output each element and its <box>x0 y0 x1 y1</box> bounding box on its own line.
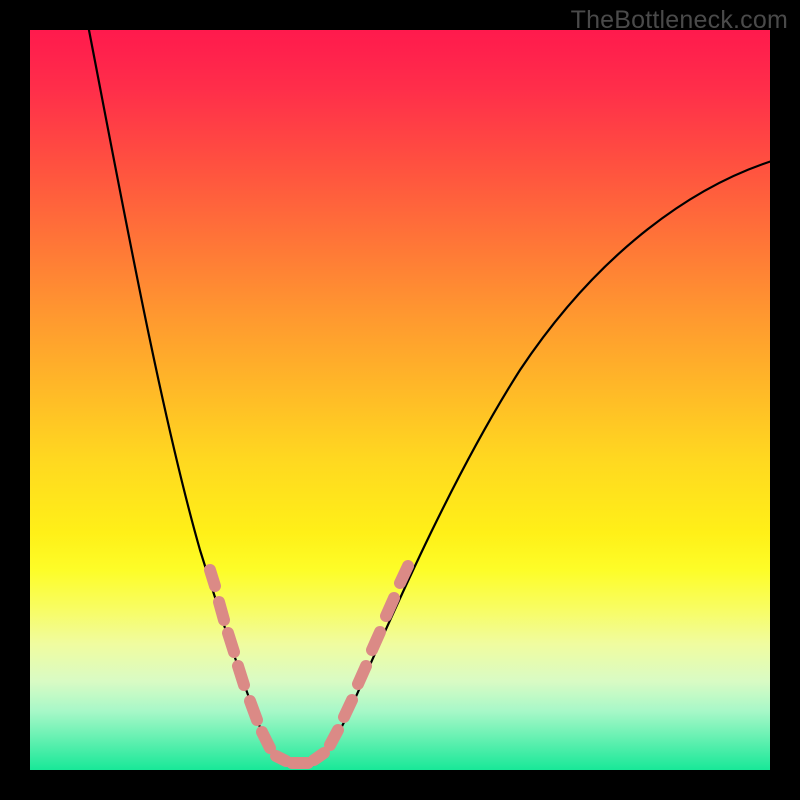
marker-group <box>210 566 408 763</box>
chart-container: TheBottleneck.com <box>0 0 800 800</box>
left-curve <box>88 25 288 765</box>
curve-layer <box>30 30 770 770</box>
right-curve <box>308 160 775 765</box>
plot-area <box>30 30 770 770</box>
